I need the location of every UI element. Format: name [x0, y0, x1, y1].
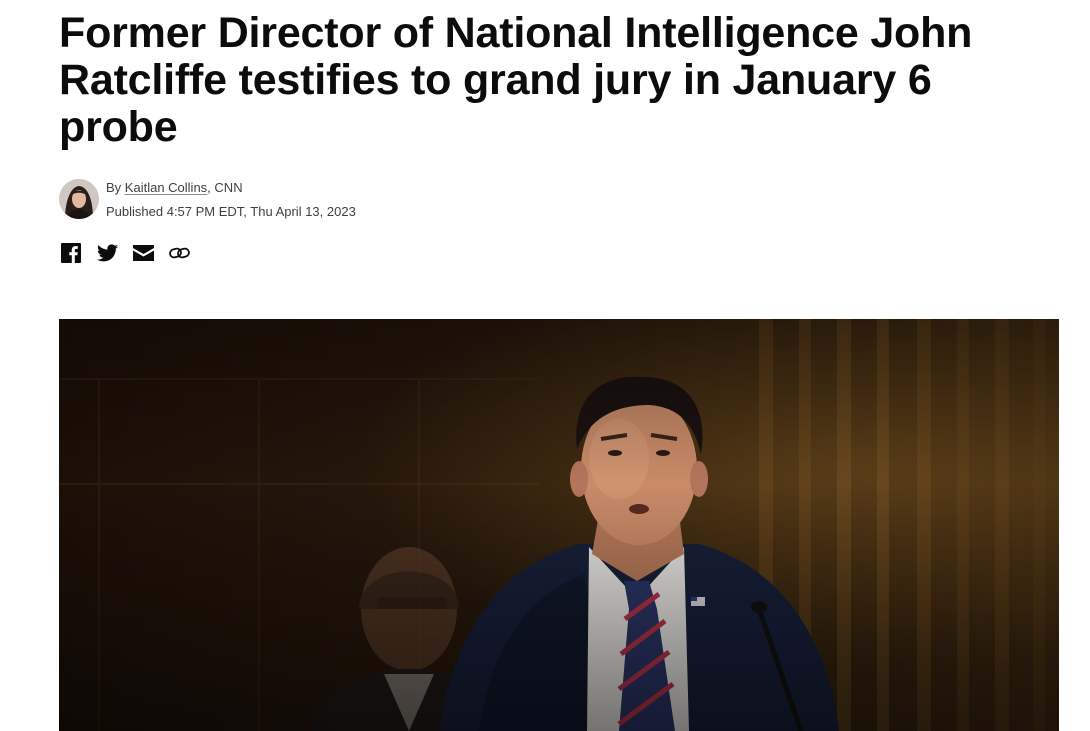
published-timestamp: Published 4:57 PM EDT, Thu April 13, 202… — [106, 204, 356, 219]
hero-photo — [59, 319, 1059, 731]
facebook-share-button[interactable] — [60, 242, 82, 264]
twitter-icon — [96, 244, 118, 262]
author-avatar[interactable] — [59, 179, 99, 219]
facebook-icon — [61, 243, 81, 263]
author-link[interactable]: Kaitlan Collins — [125, 180, 207, 195]
byline-separator: , — [207, 180, 211, 195]
link-icon — [168, 247, 190, 259]
byline-prefix: By — [106, 180, 122, 195]
twitter-share-button[interactable] — [96, 242, 118, 264]
copy-link-button[interactable] — [168, 242, 190, 264]
email-icon — [132, 245, 154, 261]
byline-source: CNN — [214, 180, 243, 195]
article-headline: Former Director of National Intelligence… — [59, 9, 973, 151]
email-share-button[interactable] — [132, 242, 154, 264]
hero-image — [59, 319, 1059, 731]
share-bar — [60, 242, 204, 264]
